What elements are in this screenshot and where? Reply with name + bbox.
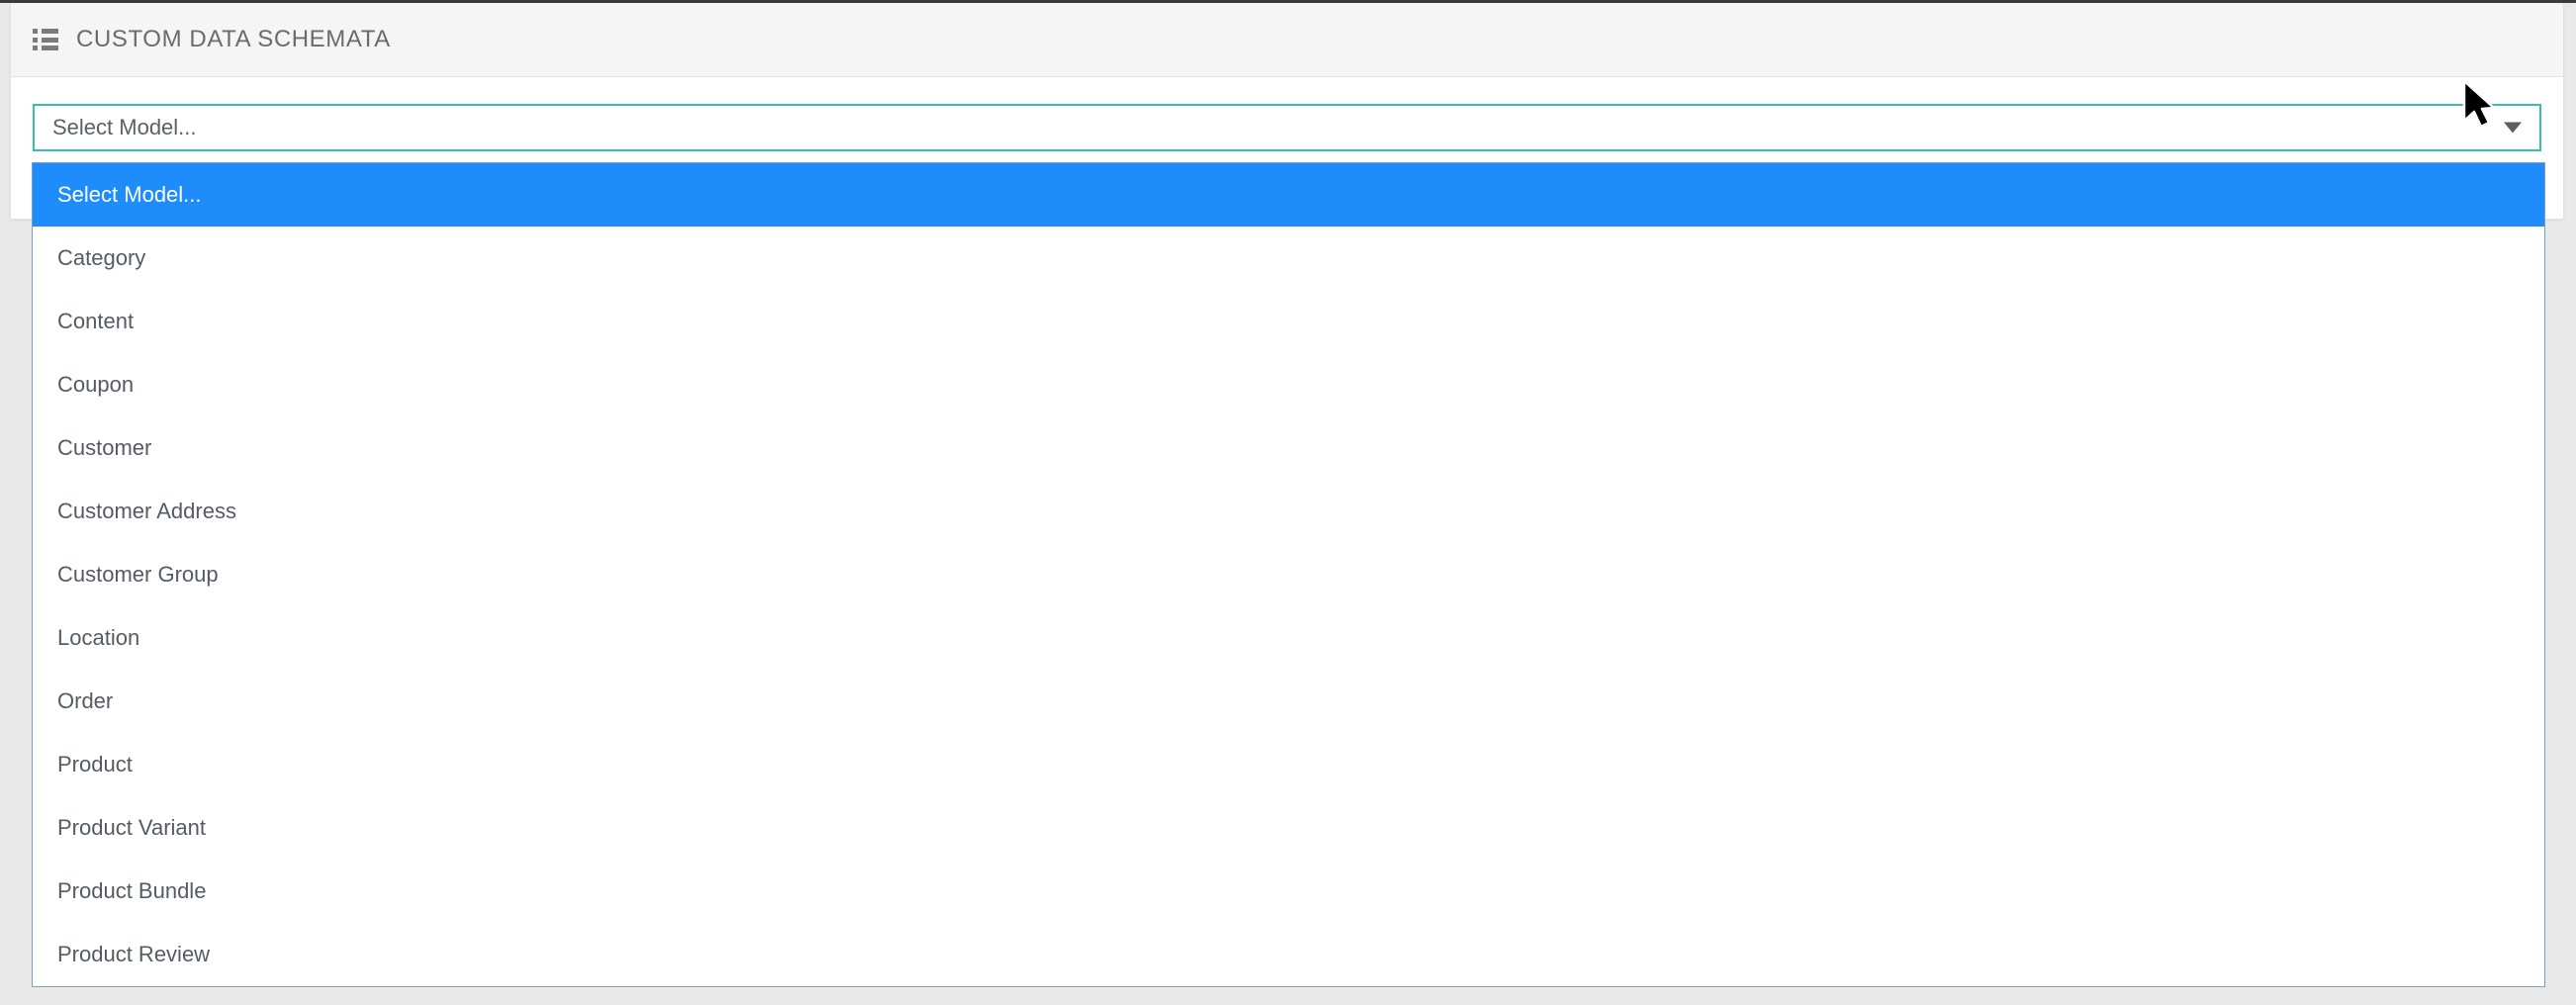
panel-header: CUSTOM DATA SCHEMATA — [11, 3, 2563, 77]
panel-body: Select Model... — [11, 77, 2563, 151]
list-icon — [33, 29, 58, 50]
model-select-dropdown[interactable]: Select Model... Category Content Coupon Cust… — [32, 162, 2545, 987]
dropdown-option-label: Coupon — [57, 372, 135, 397]
dropdown-option-label: Customer — [57, 435, 152, 460]
dropdown-option-label: Product Variant — [57, 815, 207, 840]
dropdown-option[interactable]: Customer Group — [33, 543, 2544, 606]
dropdown-option-label: Content — [57, 309, 135, 333]
dropdown-option[interactable]: Order — [33, 670, 2544, 733]
dropdown-option-label: Select Model... — [57, 182, 202, 207]
dropdown-option[interactable]: Product Bundle — [33, 860, 2544, 923]
dropdown-option[interactable]: Product Variant — [33, 796, 2544, 860]
dropdown-option[interactable]: Customer Address — [33, 480, 2544, 543]
dropdown-option-label: Location — [57, 625, 140, 650]
dropdown-option[interactable]: Coupon — [33, 353, 2544, 416]
dropdown-option-label: Product Review — [57, 942, 211, 966]
dropdown-option[interactable]: Customer — [33, 416, 2544, 480]
model-select-value: Select Model... — [52, 115, 197, 139]
dropdown-option[interactable]: Content — [33, 290, 2544, 353]
chevron-down-icon[interactable] — [2504, 122, 2522, 134]
dropdown-option-label: Customer Address — [57, 499, 236, 523]
dropdown-option-label: Product — [57, 752, 133, 777]
dropdown-option[interactable]: Product Review — [33, 923, 2544, 986]
page-title: CUSTOM DATA SCHEMATA — [76, 26, 391, 52]
dropdown-option-label: Customer Group — [57, 562, 219, 587]
dropdown-option[interactable]: Location — [33, 606, 2544, 670]
dropdown-option[interactable]: Select Model... — [33, 163, 2544, 227]
dropdown-option[interactable]: Product — [33, 733, 2544, 796]
model-select[interactable]: Select Model... — [33, 104, 2541, 151]
dropdown-option-label: Order — [57, 688, 114, 713]
dropdown-option-label: Category — [57, 245, 146, 270]
dropdown-option[interactable]: Category — [33, 227, 2544, 290]
dropdown-option-label: Product Bundle — [57, 878, 207, 903]
